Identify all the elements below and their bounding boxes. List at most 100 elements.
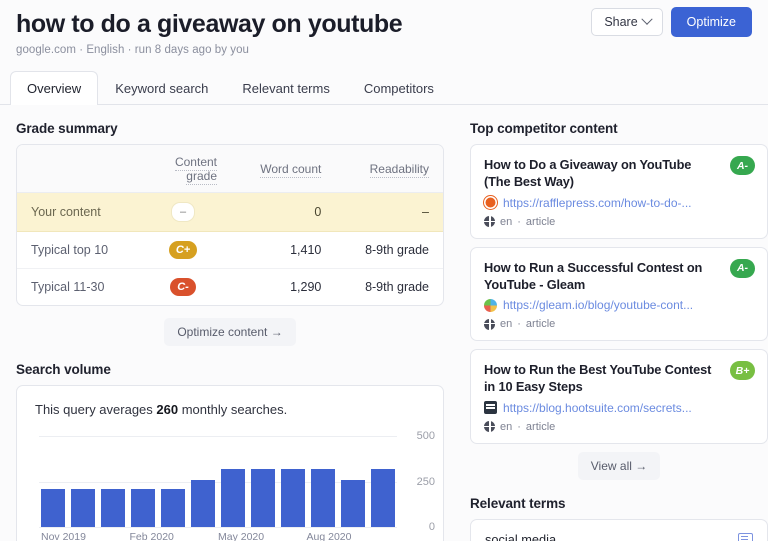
globe-icon	[484, 216, 495, 228]
search-volume-value: 260	[156, 402, 179, 417]
left-column: Grade summary Content grade Word count R…	[16, 105, 444, 541]
optimize-content-button[interactable]: Optimize content →	[164, 318, 296, 346]
competitor-url-link[interactable]: https://gleam.io/blog/youtube-cont...	[503, 298, 693, 312]
page-header: how to do a giveaway on youtube google.c…	[0, 0, 768, 56]
competitor-title: How to Run a Successful Contest on YouTu…	[484, 259, 703, 292]
grade-summary-table: Content grade Word count Readability You…	[17, 145, 443, 305]
competitor-url-row: https://rafflepress.com/how-to-do-...	[484, 196, 754, 210]
competitor-url-link[interactable]: https://rafflepress.com/how-to-do-...	[503, 196, 692, 210]
meta-separator: ·	[517, 318, 521, 331]
hootsuite-favicon	[484, 401, 497, 415]
chart-x-tick-label: May 2020	[218, 531, 265, 541]
table-row: Your content –0–	[17, 192, 443, 232]
gleam-favicon	[484, 298, 497, 312]
competitor-card[interactable]: How to Do a Giveaway on YouTube (The Bes…	[470, 144, 768, 239]
competitor-list: How to Do a Giveaway on YouTube (The Bes…	[470, 144, 768, 444]
grade-badge: C+	[168, 241, 198, 259]
chevron-down-icon	[641, 13, 653, 25]
competitor-type: article	[525, 318, 556, 331]
chart-bars	[41, 436, 395, 527]
competitor-url-row: https://blog.hootsuite.com/secrets...	[484, 401, 754, 415]
chart-x-tick-label: Nov 2019	[41, 531, 86, 541]
grade-row-grade: –	[135, 192, 231, 232]
search-volume-title: Search volume	[16, 362, 111, 377]
view-all-button[interactable]: View all →	[577, 451, 661, 480]
grade-col-content-grade: Content grade	[135, 145, 231, 193]
tab-overview[interactable]: Overview	[10, 71, 99, 105]
comment-icon[interactable]	[738, 532, 753, 541]
chart-bar[interactable]	[131, 488, 155, 527]
search-volume-card: This query averages 260 monthly searches…	[16, 385, 444, 541]
table-row: Typical 11-30 C- 1,290 8-9th grade	[17, 269, 443, 306]
competitor-card[interactable]: How to Run a Successful Contest on YouTu…	[470, 246, 768, 342]
grade-row-label: Your content	[17, 192, 135, 232]
competitor-type: article	[525, 420, 556, 433]
grade-row-readability: 8-9th grade	[335, 231, 443, 269]
view-all-wrap: View all →	[470, 451, 768, 480]
grade-table-head: Content grade Word count Readability	[17, 145, 443, 193]
grade-row-label: Typical 11-30	[31, 280, 105, 294]
chart-x-tick-label: Feb 2020	[129, 531, 174, 541]
status-badge: B+	[730, 361, 755, 381]
relevant-term-label: social media	[485, 531, 557, 541]
chart-bar[interactable]	[71, 488, 95, 527]
grade-badge: –	[171, 202, 195, 222]
search-volume-summary: This query averages 260 monthly searches…	[17, 386, 443, 432]
share-button[interactable]: Share	[591, 8, 663, 36]
chart-bar[interactable]	[311, 468, 335, 527]
chart-bar[interactable]	[281, 468, 305, 527]
status-badge: A-	[730, 258, 755, 278]
grade-row-word-count: 1,410	[231, 231, 336, 269]
optimize-button[interactable]: Optimize	[670, 7, 752, 37]
competitor-title: How to Do a Giveaway on YouTube (The Bes…	[484, 157, 692, 190]
chart-bar[interactable]	[371, 468, 395, 527]
chart-bar[interactable]	[41, 488, 65, 527]
grade-summary-title: Grade summary	[16, 121, 118, 136]
page-body: Grade summary Content grade Word count R…	[0, 105, 768, 541]
chart-bar[interactable]	[251, 468, 275, 527]
meta-separator: ·	[517, 420, 521, 433]
relevant-terms-card: social media	[470, 518, 768, 541]
chart-gridline	[39, 527, 397, 528]
grade-row-readability: –	[335, 192, 443, 232]
grade-row-word-count: 0	[231, 192, 336, 232]
grade-summary-card: Content grade Word count Readability You…	[16, 144, 444, 306]
competitor-card[interactable]: How to Run the Best YouTube Contest in 1…	[470, 349, 768, 444]
competitor-meta: en · article	[484, 318, 754, 330]
grade-col-readability: Readability	[335, 145, 443, 193]
top-competitor-content-title: Top competitor content	[470, 121, 618, 136]
chart-bar[interactable]	[191, 479, 215, 527]
competitor-meta: en · article	[484, 421, 754, 433]
grade-row-word-count: 1,290	[290, 280, 322, 294]
grade-row-readability: 8-9th grade	[365, 280, 429, 294]
chart-plot-area: 0 250 500 Nov 2019 Feb 2020 May 2020 Aug 2020	[17, 430, 443, 541]
list-item[interactable]: social media	[471, 520, 767, 541]
chart-y-tick-label: 0	[428, 521, 435, 533]
competitor-url-link[interactable]: https://blog.hootsuite.com/secrets...	[503, 401, 692, 415]
chart-bar[interactable]	[221, 468, 245, 527]
chart-x-labels: Nov 2019 Feb 2020 May 2020 Aug 2020	[41, 531, 395, 541]
grade-row-grade: C-	[135, 269, 231, 306]
chart-bar[interactable]	[161, 488, 185, 527]
header-actions: Share Optimize	[591, 7, 752, 37]
page-subtitle: google.com · English · run 8 days ago by…	[16, 44, 249, 56]
tab-competitors[interactable]: Competitors	[347, 71, 451, 105]
grade-col-blank	[17, 145, 135, 193]
grade-col-word-count: Word count	[231, 145, 336, 193]
competitor-title: How to Run the Best YouTube Contest in 1…	[484, 362, 712, 395]
globe-icon	[484, 421, 495, 433]
competitor-lang: en	[500, 420, 513, 433]
chart-bar[interactable]	[101, 488, 125, 527]
globe-icon	[484, 318, 495, 330]
chart-bar[interactable]	[341, 479, 365, 527]
tab-relevant-terms[interactable]: Relevant terms	[225, 71, 346, 105]
right-column: Top competitor content How to Do a Givea…	[470, 105, 768, 541]
status-badge: A-	[730, 156, 755, 175]
chart-y-tick-label: 500	[416, 430, 435, 442]
tab-keyword-search[interactable]: Keyword search	[98, 71, 225, 105]
share-button-label: Share	[604, 15, 638, 29]
search-volume-suffix: monthly searches.	[178, 402, 288, 417]
competitor-type: article	[525, 215, 556, 228]
competitor-lang: en	[500, 318, 513, 331]
search-volume-prefix: This query averages	[35, 402, 157, 417]
